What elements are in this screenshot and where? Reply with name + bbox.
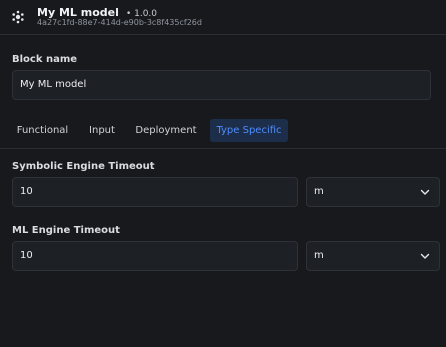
tab-functional[interactable]: Functional bbox=[10, 119, 75, 142]
block-id: 4a27c1fd-88e7-414d-e90b-3c8f435cf26d bbox=[37, 18, 202, 27]
symbolic-engine-timeout-unit: m bbox=[314, 186, 324, 197]
block-header: My ML model • 1.0.0 4a27c1fd-88e7-414d-e… bbox=[0, 0, 446, 35]
ml-engine-timeout-label: ML Engine Timeout bbox=[12, 225, 120, 236]
block-name-label: Block name bbox=[12, 54, 78, 65]
chevron-down-icon bbox=[420, 189, 430, 195]
tab-bar: Functional Input Deployment Type Specifi… bbox=[0, 119, 446, 149]
tab-type-specific[interactable]: Type Specific bbox=[210, 119, 288, 142]
block-type-icon bbox=[12, 10, 24, 24]
ml-engine-timeout-unit: m bbox=[314, 250, 324, 261]
symbolic-engine-timeout-input[interactable]: 10 bbox=[12, 177, 298, 207]
symbolic-engine-timeout-unit-select[interactable]: m bbox=[306, 177, 440, 207]
symbolic-engine-timeout-label: Symbolic Engine Timeout bbox=[12, 161, 155, 172]
tab-input[interactable]: Input bbox=[83, 119, 121, 142]
ml-engine-timeout-unit-select[interactable]: m bbox=[306, 241, 440, 271]
tab-deployment[interactable]: Deployment bbox=[130, 119, 202, 142]
block-name-input[interactable]: My ML model bbox=[12, 70, 431, 100]
chevron-down-icon bbox=[420, 253, 430, 259]
ml-engine-timeout-input[interactable]: 10 bbox=[12, 241, 298, 271]
